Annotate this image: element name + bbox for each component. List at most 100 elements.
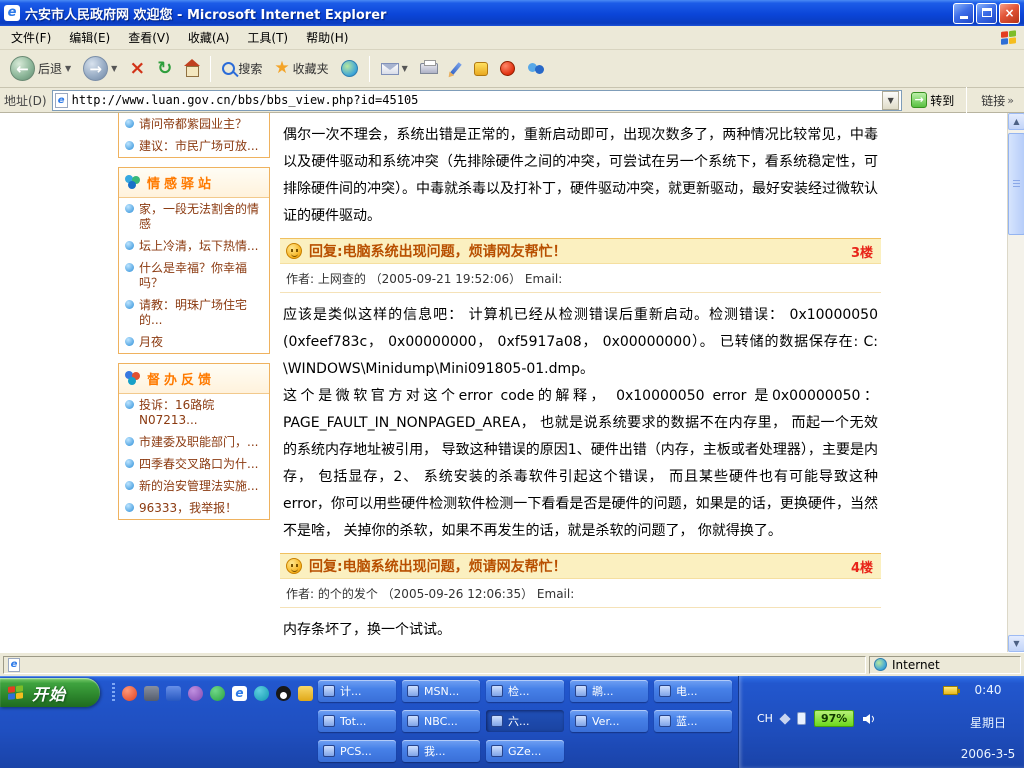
maximize-button[interactable]: [976, 3, 997, 24]
sidebar-link[interactable]: 月夜: [119, 331, 269, 353]
sidebar-link[interactable]: 投诉：16路皖N07213...: [119, 394, 269, 431]
ie-app-icon: e: [4, 5, 20, 21]
refresh-button[interactable]: ↻: [153, 56, 176, 81]
quicklaunch-icon-7[interactable]: [254, 686, 269, 701]
favorites-star-icon: ★: [274, 60, 289, 77]
favorites-button[interactable]: ★ 收藏夹: [270, 58, 332, 79]
quicklaunch-icon-2[interactable]: [144, 686, 159, 701]
menu-edit[interactable]: 编辑(E): [60, 25, 119, 50]
language-indicator[interactable]: CH: [757, 712, 773, 725]
taskbar-button-active[interactable]: 六...: [486, 710, 564, 732]
bullet-icon: [125, 400, 134, 409]
task-icon: [659, 715, 671, 727]
back-button[interactable]: ← 后退 ▼: [6, 54, 75, 83]
sidebar-link[interactable]: 请问帝都紫园业主？: [119, 113, 269, 135]
taskbar-button[interactable]: PCS...: [318, 740, 396, 762]
battery-percent-badge[interactable]: 97%: [814, 710, 854, 727]
edit-button[interactable]: [446, 60, 466, 77]
sidebar-link[interactable]: 什么是幸福？你幸福吗？: [119, 257, 269, 294]
menu-view[interactable]: 查看(V): [119, 25, 179, 50]
start-windows-flag-icon: [8, 685, 25, 701]
status-zone-label: Internet: [892, 658, 940, 672]
sidebar-link[interactable]: 96333，我举报！: [119, 497, 269, 519]
taskbar-button[interactable]: Ver...: [570, 710, 648, 732]
sidebar-link[interactable]: 四季春交叉路口为什...: [119, 453, 269, 475]
address-dropdown-icon[interactable]: ▼: [882, 91, 899, 110]
taskbar-button[interactable]: 检...: [486, 680, 564, 702]
taskbar-button[interactable]: 蓝...: [654, 710, 732, 732]
quicklaunch-qq-icon[interactable]: [276, 686, 291, 701]
scroll-up-icon[interactable]: ▲: [1008, 113, 1024, 130]
vertical-scrollbar[interactable]: ▲ ▼: [1007, 113, 1024, 652]
taskbar-button[interactable]: 电...: [654, 680, 732, 702]
media-button[interactable]: [337, 58, 362, 79]
sidebar-box-feedback: 督办反馈 投诉：16路皖N07213... 市建委及职能部门，... 四季春交叉…: [118, 363, 270, 520]
messenger-button[interactable]: [470, 60, 492, 78]
home-button[interactable]: [180, 59, 203, 79]
address-url[interactable]: http://www.luan.gov.cn/bbs/bbs_view.php?…: [72, 93, 879, 107]
forward-button[interactable]: → ▼: [79, 54, 121, 83]
tray-diamond-icon[interactable]: [779, 713, 790, 724]
taskbar-button[interactable]: 计...: [318, 680, 396, 702]
sidebar-link[interactable]: 市建委及职能部门，...: [119, 431, 269, 453]
taskbar-button[interactable]: 鹕...: [570, 680, 648, 702]
print-button[interactable]: [416, 61, 442, 76]
stop-button[interactable]: ×: [125, 57, 149, 80]
taskbar-clock[interactable]: 0:40 星期日 2006-3-5: [956, 683, 1020, 761]
reply-author-line: 作者: 上网查的 （2005-09-21 19:52:06） Email:: [280, 264, 881, 293]
taskbar-button[interactable]: 我...: [402, 740, 480, 762]
tray-phone-icon[interactable]: [797, 712, 806, 725]
reply-author-line: 作者: 的个的发个 （2005-09-26 12:06:35） Email:: [280, 579, 881, 608]
taskbar-button[interactable]: Tot...: [318, 710, 396, 732]
sidebar-link[interactable]: 请教：明珠广场住宅的...: [119, 294, 269, 331]
menu-file[interactable]: 文件(F): [2, 25, 60, 50]
start-button[interactable]: 开始: [0, 678, 100, 707]
discuss-button[interactable]: [523, 59, 549, 78]
links-button[interactable]: 链接 »: [975, 92, 1020, 109]
quicklaunch-icon-9[interactable]: [298, 686, 313, 701]
menu-favorites[interactable]: 收藏(A): [179, 25, 239, 50]
start-label: 开始: [32, 681, 66, 705]
sidebar-link-label: 月夜: [139, 335, 163, 350]
forward-dropdown-icon[interactable]: ▼: [111, 64, 117, 73]
smiley-icon: [286, 243, 302, 259]
favorites-label: 收藏夹: [293, 60, 329, 77]
reply-header: 回复:电脑系统出现问题，烦请网友帮忙！ 4楼: [280, 553, 881, 579]
search-button[interactable]: 搜索: [218, 58, 266, 79]
volume-icon[interactable]: [862, 713, 876, 725]
menu-tools[interactable]: 工具(T): [238, 25, 297, 50]
scrollbar-thumb[interactable]: [1008, 133, 1024, 235]
address-input[interactable]: e http://www.luan.gov.cn/bbs/bbs_view.ph…: [52, 90, 903, 111]
bullet-icon: [125, 300, 134, 309]
taskbar-button[interactable]: MSN...: [402, 680, 480, 702]
sidebar-link[interactable]: 新的治安管理法实施...: [119, 475, 269, 497]
quicklaunch-icon-4[interactable]: [188, 686, 203, 701]
sidebar-link-label: 投诉：16路皖N07213...: [139, 398, 266, 428]
toolbar-separator: [210, 56, 211, 82]
sidebar-link[interactable]: 家，一段无法割舍的情感: [119, 198, 269, 235]
quicklaunch-ie-icon[interactable]: e: [232, 686, 247, 701]
task-icon: [575, 715, 587, 727]
quicklaunch-icon-1[interactable]: [122, 686, 137, 701]
section-title: 督办反馈: [147, 369, 215, 388]
quicklaunch-handle[interactable]: [112, 683, 115, 703]
sidebar-link[interactable]: 坛上冷清，坛下热情...: [119, 235, 269, 257]
menu-help[interactable]: 帮助(H): [297, 25, 357, 50]
sidebar-link[interactable]: 建议：市民广场可放...: [119, 135, 269, 157]
scroll-down-icon[interactable]: ▼: [1008, 635, 1024, 652]
mail-dropdown-icon[interactable]: ▼: [402, 64, 408, 73]
taskbar-button[interactable]: GZe...: [486, 740, 564, 762]
minimize-button[interactable]: [953, 3, 974, 24]
qq-button[interactable]: [496, 59, 519, 78]
go-button[interactable]: → 转到: [907, 91, 958, 110]
taskbar-button[interactable]: NBC...: [402, 710, 480, 732]
quicklaunch-icon-3[interactable]: [166, 686, 181, 701]
quicklaunch-icon-5[interactable]: [210, 686, 225, 701]
browser-toolbar: ← 后退 ▼ → ▼ × ↻ 搜索 ★ 收藏夹 ▼: [0, 50, 1024, 88]
mail-button[interactable]: ▼: [377, 61, 412, 77]
printer-icon: [420, 63, 438, 74]
addressbar-separator: [966, 87, 967, 113]
close-button[interactable]: ×: [999, 3, 1020, 24]
back-dropdown-icon[interactable]: ▼: [65, 64, 71, 73]
task-icon: [323, 685, 335, 697]
